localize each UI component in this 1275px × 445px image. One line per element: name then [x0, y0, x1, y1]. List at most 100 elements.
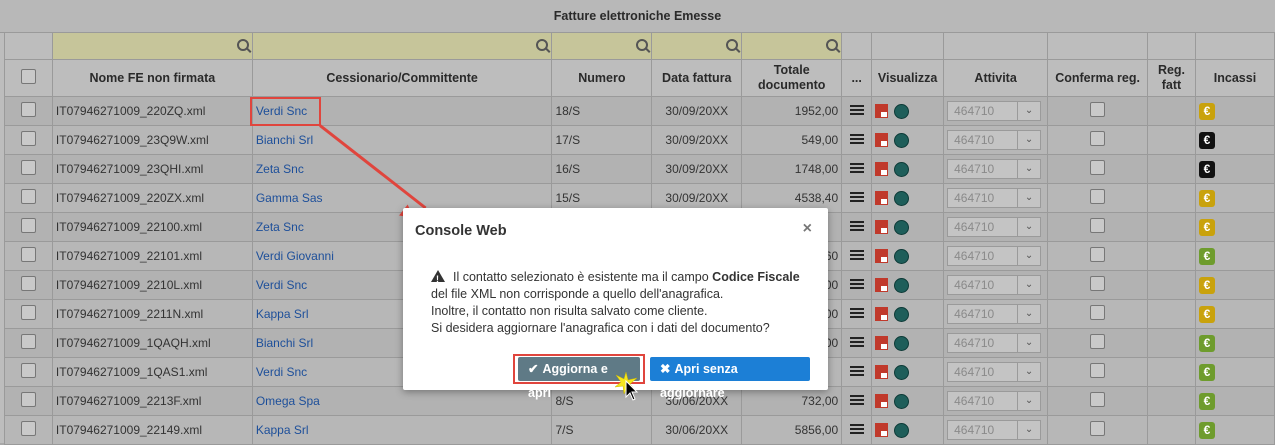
cell-attivita[interactable]: 464710 ⌄ [943, 154, 1049, 184]
cessionario-link[interactable]: Zeta Snc [256, 162, 304, 176]
row-select[interactable] [4, 357, 53, 387]
cessionario-link[interactable]: Verdi Snc [256, 278, 307, 292]
cell-incassi[interactable]: € [1194, 125, 1275, 155]
row-checkbox[interactable] [20, 189, 36, 204]
confirm-checkbox[interactable] [1090, 189, 1106, 204]
chevron-down-icon[interactable]: ⌄ [1017, 189, 1040, 207]
cell-visualizza[interactable] [871, 241, 945, 271]
attivita-select[interactable]: 464710 ⌄ [947, 101, 1042, 121]
cessionario-link[interactable]: Bianchi Srl [256, 133, 313, 147]
xml-view-icon[interactable] [894, 335, 910, 351]
row-select[interactable] [4, 386, 53, 416]
search-icon[interactable] [236, 38, 249, 51]
euro-icon[interactable]: € [1198, 131, 1215, 149]
cell-menu[interactable] [841, 96, 873, 126]
euro-icon[interactable]: € [1198, 218, 1215, 236]
xml-view-icon[interactable] [894, 248, 910, 264]
cell-menu[interactable] [841, 299, 873, 329]
chevron-down-icon[interactable]: ⌄ [1017, 334, 1040, 352]
cell-attivita[interactable]: 464710 ⌄ [943, 183, 1049, 213]
filter-data[interactable] [651, 32, 743, 60]
attivita-select[interactable]: 464710 ⌄ [947, 391, 1042, 411]
filter-totale[interactable] [741, 32, 843, 60]
cell-menu[interactable] [841, 241, 873, 271]
xml-view-icon[interactable] [894, 393, 910, 409]
cell-cessionario[interactable]: Zeta Snc [251, 154, 553, 184]
cell-incassi[interactable]: € [1194, 299, 1275, 329]
table-row[interactable]: IT07946271009_2213F.xmlOmega Spa8/S30/06… [4, 386, 1275, 416]
cell-visualizza[interactable] [871, 328, 945, 358]
confirm-checkbox[interactable] [1090, 160, 1106, 175]
chevron-down-icon[interactable]: ⌄ [1017, 276, 1040, 294]
attivita-select[interactable]: 464710 ⌄ [947, 362, 1042, 382]
close-icon[interactable]: × [803, 220, 812, 238]
attivita-select[interactable]: 464710 ⌄ [947, 420, 1042, 440]
euro-icon[interactable]: € [1198, 363, 1215, 381]
menu-icon[interactable] [849, 277, 864, 291]
cell-attivita[interactable]: 464710 ⌄ [943, 415, 1049, 445]
cell-visualizza[interactable] [871, 96, 945, 126]
menu-icon[interactable] [849, 335, 864, 349]
row-select[interactable] [4, 241, 53, 271]
row-checkbox[interactable] [20, 334, 36, 349]
confirm-checkbox[interactable] [1090, 247, 1106, 262]
cell-attivita[interactable]: 464710 ⌄ [943, 299, 1049, 329]
cell-menu[interactable] [841, 415, 873, 445]
table-row[interactable]: IT07946271009_22149.xml Kappa Srl 7/S 30/06… [4, 415, 1275, 445]
confirm-checkbox[interactable] [1090, 276, 1106, 291]
cell-conferma[interactable] [1047, 415, 1149, 445]
menu-icon[interactable] [849, 190, 864, 204]
select-all-checkbox[interactable] [20, 68, 36, 84]
confirm-checkbox[interactable] [1090, 131, 1106, 146]
cell-conferma[interactable] [1047, 328, 1149, 358]
xml-view-icon[interactable] [894, 277, 910, 293]
cell-conferma[interactable] [1047, 125, 1149, 155]
cell-menu[interactable] [841, 125, 873, 155]
row-checkbox[interactable] [20, 392, 36, 407]
attivita-select[interactable]: 464710 ⌄ [947, 304, 1042, 324]
xml-view-icon[interactable] [894, 132, 910, 148]
filter-file[interactable] [51, 32, 253, 60]
cessionario-link[interactable]: Gamma Sas [256, 191, 323, 205]
row-checkbox[interactable] [20, 276, 36, 291]
chevron-down-icon[interactable]: ⌄ [1017, 392, 1040, 410]
euro-icon[interactable]: € [1198, 334, 1215, 352]
pdf-icon[interactable] [875, 133, 889, 148]
col-numero[interactable]: Numero [551, 59, 653, 97]
confirm-checkbox[interactable] [1090, 392, 1106, 407]
cell-visualizza[interactable] [871, 357, 945, 387]
chevron-down-icon[interactable]: ⌄ [1017, 363, 1040, 381]
attivita-select[interactable]: 464710 ⌄ [947, 275, 1042, 295]
attivita-select[interactable]: 464710 ⌄ [947, 246, 1042, 266]
cell-conferma[interactable] [1047, 96, 1149, 126]
row-checkbox[interactable] [20, 160, 36, 175]
attivita-select[interactable]: 464710 ⌄ [947, 217, 1042, 237]
cell-conferma[interactable] [1047, 241, 1149, 271]
xml-view-icon[interactable] [894, 422, 910, 438]
row-select[interactable] [4, 183, 53, 213]
attivita-select[interactable]: 464710 ⌄ [947, 333, 1042, 353]
xml-view-icon[interactable] [894, 103, 910, 119]
row-select[interactable] [4, 270, 53, 300]
row-checkbox[interactable] [20, 218, 36, 233]
pdf-icon[interactable] [875, 278, 889, 293]
cell-conferma[interactable] [1047, 154, 1149, 184]
cell-incassi[interactable]: € [1194, 415, 1275, 445]
pdf-icon[interactable] [875, 394, 889, 409]
cell-attivita[interactable]: 464710 ⌄ [943, 125, 1049, 155]
cell-incassi[interactable]: € [1194, 386, 1275, 416]
cell-attivita[interactable]: 464710 ⌄ [943, 212, 1049, 242]
cell-visualizza[interactable] [871, 415, 945, 445]
euro-icon[interactable]: € [1198, 305, 1215, 323]
confirm-checkbox[interactable] [1090, 218, 1106, 233]
row-select[interactable] [4, 154, 53, 184]
pdf-icon[interactable] [875, 162, 889, 177]
cell-menu[interactable] [841, 154, 873, 184]
xml-view-icon[interactable] [894, 219, 910, 235]
cell-attivita[interactable]: 464710 ⌄ [943, 357, 1049, 387]
confirm-checkbox[interactable] [1090, 305, 1106, 320]
cell-menu[interactable] [841, 212, 873, 242]
pdf-icon[interactable] [875, 307, 889, 322]
confirm-checkbox[interactable] [1090, 421, 1106, 436]
col-data[interactable]: Data fattura [651, 59, 743, 97]
